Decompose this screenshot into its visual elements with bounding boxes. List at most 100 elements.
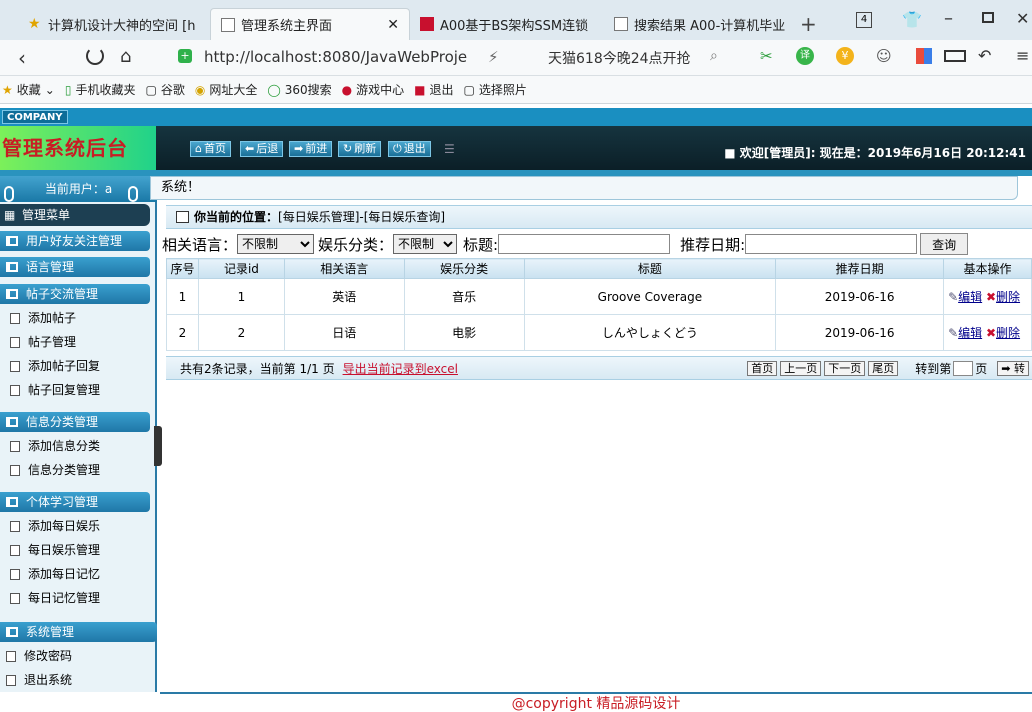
sidebar-item-reply-manage[interactable]: 帖子回复管理 [10, 379, 100, 401]
title-input[interactable] [498, 234, 671, 254]
sidebar-item-add-category[interactable]: 添加信息分类 [10, 435, 100, 457]
scissors-icon[interactable]: ✂ [760, 47, 773, 65]
bookmark-games[interactable]: ● 游戏中心 [342, 81, 405, 98]
browser-tab-4[interactable]: 搜索结果 A00-计算机毕业 [604, 8, 794, 40]
coin-icon[interactable]: ¥ [836, 47, 854, 65]
home-icon: ⌂ [195, 142, 202, 155]
section-personal-study[interactable]: 个体学习管理 [0, 492, 150, 512]
edit-link[interactable]: 编辑 [958, 326, 982, 340]
bookmarks-bar: ★ 收藏 ⌄ ▯ 手机收藏夹 ▢ 谷歌 ◉ 网址大全 ◯ 360搜索 ● 游戏中心 ■ 退出 … [0, 76, 1032, 104]
column-header: 序号 [166, 258, 199, 279]
search-form: 相关语言： 不限制 娱乐分类： 不限制 标题: 推荐日期: 查询 [162, 232, 1032, 256]
sidebar-item-add-reply[interactable]: 添加帖子回复 [10, 355, 100, 377]
undo-icon[interactable]: ↶ [978, 46, 991, 65]
section-info-category[interactable]: 信息分类管理 [0, 412, 150, 432]
bookmark-exit[interactable]: ■ 退出 [414, 81, 453, 98]
first-page-button[interactable]: 首页 [747, 360, 778, 376]
apps-icon[interactable] [916, 48, 932, 64]
edit-icon: ✎ [948, 325, 959, 340]
bookmark-photos[interactable]: ▢ 选择照片 [464, 81, 527, 98]
browser-tab-2[interactable]: 管理系统主界面 ✕ [210, 8, 410, 40]
sidebar-item-post-manage[interactable]: 帖子管理 [10, 331, 76, 353]
export-excel-link[interactable]: 导出当前记录到excel [343, 360, 458, 377]
cell-no: 1 [166, 278, 199, 315]
shirt-icon[interactable]: 👕 [902, 10, 922, 29]
address-input[interactable]: http://localhost:8080/JavaWebProje [204, 48, 467, 66]
nav-back-button[interactable]: ⬅ 后退 [240, 141, 284, 157]
search-icon[interactable]: ⌕ [710, 48, 718, 64]
footer: @copyright 精品源码设计 [160, 692, 1032, 712]
edit-link[interactable]: 编辑 [958, 290, 982, 304]
delete-link[interactable]: 删除 [996, 326, 1020, 340]
bookmark-360[interactable]: ◯ 360搜索 [267, 81, 331, 98]
battery-icon[interactable] [944, 50, 966, 62]
category-label: 娱乐分类： [318, 235, 394, 254]
close-icon[interactable]: ✕ [387, 17, 399, 33]
minimize-icon[interactable]: – [944, 8, 953, 29]
lightning-icon[interactable]: ⚡ [488, 48, 499, 66]
language-label: 相关语言： [162, 235, 238, 254]
nav-home-button[interactable]: ⌂ 首页 [190, 141, 231, 157]
browser-tab-1[interactable]: ★ 计算机设计大神的空间 [h [18, 8, 203, 40]
menu-icon[interactable]: ≡ [1016, 46, 1029, 65]
bookmark-mobile[interactable]: ▯ 手机收藏夹 [65, 81, 136, 98]
bookmark-favorites[interactable]: ★ 收藏 ⌄ [2, 81, 55, 98]
column-header: 相关语言 [283, 258, 405, 279]
search-hint-text[interactable]: 天猫618今晚24点开抢 [548, 48, 691, 68]
tip-bar: 系统！ [150, 176, 1018, 200]
sidebar-item-add-entertainment[interactable]: 添加每日娱乐 [10, 515, 100, 537]
close-window-icon[interactable]: ✕ [1016, 9, 1029, 28]
tab-count-badge[interactable]: 4 [856, 12, 872, 28]
refresh-icon: ↻ [343, 142, 353, 155]
company-band [0, 108, 1032, 126]
section-friend-follow[interactable]: 用户好友关注管理 [0, 231, 150, 251]
language-select[interactable]: 不限制 [237, 234, 315, 254]
chat-icon[interactable]: ☺ [876, 47, 892, 65]
sidebar-item-add-post[interactable]: 添加帖子 [10, 307, 76, 329]
section-icon [6, 236, 18, 246]
section-posts[interactable]: 帖子交流管理 [0, 284, 150, 304]
goto-button[interactable]: ➡ 转 [997, 360, 1029, 376]
nav-logout-button[interactable]: ⏻ 退出 [388, 141, 431, 157]
edit-icon: ✎ [948, 289, 959, 304]
new-tab-button[interactable]: + [800, 12, 817, 36]
query-button[interactable]: 查询 [920, 233, 969, 255]
column-header: 标题 [523, 258, 777, 279]
sidebar: 当前用户：a ▦ 管理菜单 用户好友关注管理 语言管理 帖子交流管理 添加帖子 … [0, 176, 157, 692]
translate-icon[interactable]: 译 [796, 47, 814, 65]
delete-link[interactable]: 删除 [996, 290, 1020, 304]
maximize-icon[interactable] [982, 12, 994, 23]
bookmark-google[interactable]: ▢ 谷歌 [145, 81, 184, 98]
nav-forward-button[interactable]: ➡ 前进 [289, 141, 333, 157]
back-icon[interactable]: ‹ [18, 46, 26, 70]
sidebar-item-add-memory[interactable]: 添加每日记忆 [10, 563, 100, 585]
reload-icon[interactable] [86, 47, 104, 65]
page-icon [221, 17, 235, 32]
sidebar-item-memory-manage[interactable]: 每日记忆管理 [10, 587, 100, 609]
sidebar-item-category-manage[interactable]: 信息分类管理 [10, 459, 100, 481]
prev-page-button[interactable]: 上一页 [780, 360, 822, 376]
column-header: 记录id [197, 258, 285, 279]
browser-tab-3[interactable]: A00基于BS架构SSM连锁 [410, 8, 600, 40]
section-system[interactable]: 系统管理 [0, 622, 157, 642]
last-page-button[interactable]: 尾页 [868, 360, 899, 376]
sidebar-item-entertainment-manage[interactable]: 每日娱乐管理 [10, 539, 100, 561]
breadcrumb: 你当前的位置：[每日娱乐管理]-[每日娱乐查询] [166, 205, 1032, 229]
sidebar-item-logout[interactable]: 退出系统 [6, 669, 72, 691]
cell-no: 2 [166, 314, 199, 351]
section-language[interactable]: 语言管理 [0, 257, 150, 277]
page-icon: ▢ [145, 82, 157, 97]
sidebar-toggle[interactable] [154, 426, 162, 466]
sidebar-item-change-password[interactable]: 修改密码 [6, 645, 72, 667]
category-select[interactable]: 不限制 [393, 234, 458, 254]
goto-page-input[interactable] [953, 360, 974, 376]
clip-icon [128, 186, 138, 202]
nav-refresh-button[interactable]: ↻ 刷新 [338, 141, 382, 157]
date-input[interactable] [745, 234, 918, 254]
bookmark-sites[interactable]: ◉ 网址大全 [195, 81, 258, 98]
page-icon [10, 521, 20, 532]
360-icon: ◯ [267, 82, 281, 97]
next-page-button[interactable]: 下一页 [824, 360, 866, 376]
arrow-left-icon: ⬅ [245, 142, 255, 155]
home-icon[interactable]: ⌂ [120, 46, 131, 67]
